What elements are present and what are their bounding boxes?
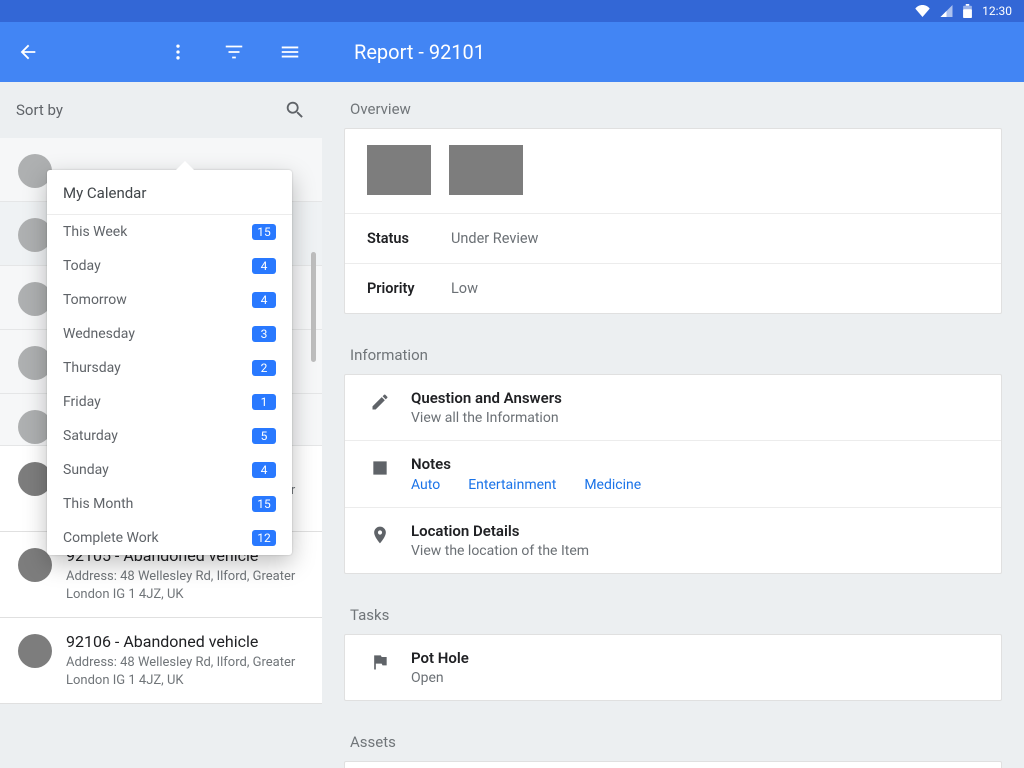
count-badge: 4 xyxy=(252,258,276,274)
tag-link[interactable]: Medicine xyxy=(584,477,641,493)
calendar-row[interactable]: Tomorrow 4 xyxy=(47,283,292,317)
tasks-card: Pot Hole Open xyxy=(344,634,1002,701)
scrollbar[interactable] xyxy=(311,252,316,362)
avatar xyxy=(18,634,52,668)
tag-link[interactable]: Entertainment xyxy=(468,477,556,493)
search-icon[interactable] xyxy=(284,99,306,121)
calendar-row-label: This Month xyxy=(63,496,133,512)
calendar-row-label: Complete Work xyxy=(63,530,159,546)
calendar-row[interactable]: Thursday 2 xyxy=(47,351,292,385)
location-icon xyxy=(367,522,393,545)
info-row-notes[interactable]: Notes Auto Entertainment Medicine xyxy=(345,440,1001,507)
flag-icon xyxy=(367,649,393,672)
information-card: Question and Answers View all the Inform… xyxy=(344,374,1002,574)
row-title: Pot Hole xyxy=(411,649,469,667)
popover-title: My Calendar xyxy=(47,170,292,215)
count-badge: 3 xyxy=(252,326,276,342)
row-sub: View all the Information xyxy=(411,410,562,426)
count-badge: 12 xyxy=(252,530,276,546)
page-title: Report - 92101 xyxy=(322,22,1024,82)
clock: 12:30 xyxy=(982,4,1012,18)
thumbnail-strip xyxy=(345,129,1001,213)
count-badge: 15 xyxy=(252,224,276,240)
list-item-address: Address: 48 Wellesley Rd, Ilford, Greate… xyxy=(66,568,306,603)
calendar-row-label: Tomorrow xyxy=(63,292,127,308)
calendar-row[interactable]: Complete Work 12 xyxy=(47,521,292,555)
list-item-title: 92106 - Abandoned vehicle xyxy=(66,632,306,651)
calendar-row-label: Sunday xyxy=(63,462,109,478)
count-badge: 4 xyxy=(252,462,276,478)
row-title: Notes xyxy=(411,455,641,473)
calendar-row[interactable]: Sunday 4 xyxy=(47,453,292,487)
notes-icon xyxy=(367,455,393,478)
section-information: Information xyxy=(322,328,1024,374)
calendar-row-label: Friday xyxy=(63,394,101,410)
app-bar-left xyxy=(0,22,322,82)
status-value: Under Review xyxy=(451,230,538,247)
list-item[interactable]: 92106 - Abandoned vehicle Address: 48 We… xyxy=(0,618,322,704)
list-item-address: Address: 48 Wellesley Rd, Ilford, Greate… xyxy=(66,654,306,689)
section-tasks: Tasks xyxy=(322,588,1024,634)
battery-icon xyxy=(963,4,972,18)
menu-icon[interactable] xyxy=(276,38,304,66)
row-title: Location Details xyxy=(411,522,589,540)
tag-link[interactable]: Auto xyxy=(411,477,440,493)
calendar-row-label: Wednesday xyxy=(63,326,135,342)
count-badge: 1 xyxy=(252,394,276,410)
signal-icon xyxy=(940,5,953,17)
back-icon[interactable] xyxy=(14,38,42,66)
calendar-row[interactable]: This Month 15 xyxy=(47,487,292,521)
section-overview: Overview xyxy=(322,82,1024,128)
count-badge: 2 xyxy=(252,360,276,376)
assets-card: Asset Details View all info of this prop… xyxy=(344,761,1002,768)
priority-value: Low xyxy=(451,280,478,297)
more-vert-icon[interactable] xyxy=(164,38,192,66)
row-sub: View the location of the Item xyxy=(411,543,589,559)
app-bar: Report - 92101 xyxy=(0,22,1024,82)
count-badge: 15 xyxy=(252,496,276,512)
row-sub: Open xyxy=(411,670,469,686)
task-row[interactable]: Pot Hole Open xyxy=(345,635,1001,700)
pencil-icon xyxy=(367,389,393,412)
row-title: Question and Answers xyxy=(411,389,562,407)
calendar-row-label: Today xyxy=(63,258,101,274)
calendar-popover: My Calendar This Week15 Today4 Tomorrow4… xyxy=(47,170,292,555)
wifi-icon xyxy=(915,5,930,17)
thumbnail[interactable] xyxy=(367,145,431,195)
detail-pane: Overview Status Under Review Priority Lo… xyxy=(322,82,1024,768)
info-row-location[interactable]: Location Details View the location of th… xyxy=(345,507,1001,573)
calendar-row[interactable]: Saturday 5 xyxy=(47,419,292,453)
sort-label[interactable]: Sort by xyxy=(16,101,284,119)
calendar-row-label: This Week xyxy=(63,224,127,240)
asset-row[interactable]: Asset Details View all info of this prop… xyxy=(345,762,1001,768)
calendar-row[interactable]: Wednesday 3 xyxy=(47,317,292,351)
priority-key: Priority xyxy=(367,280,451,297)
filter-icon[interactable] xyxy=(220,38,248,66)
sort-row: Sort by xyxy=(0,82,322,138)
count-badge: 5 xyxy=(252,428,276,444)
thumbnail[interactable] xyxy=(449,145,523,195)
status-key: Status xyxy=(367,230,451,247)
calendar-row-label: Thursday xyxy=(63,360,121,376)
overview-card: Status Under Review Priority Low xyxy=(344,128,1002,314)
section-assets: Assets xyxy=(322,715,1024,761)
calendar-row[interactable]: Friday 1 xyxy=(47,385,292,419)
count-badge: 4 xyxy=(252,292,276,308)
calendar-row[interactable]: Today 4 xyxy=(47,249,292,283)
left-pane: Sort by 92104 - Abandoned vehicle Addres… xyxy=(0,82,322,768)
info-row-qa[interactable]: Question and Answers View all the Inform… xyxy=(345,375,1001,440)
calendar-row-label: Saturday xyxy=(63,428,118,444)
system-status-bar: 12:30 xyxy=(0,0,1024,22)
calendar-row[interactable]: This Week 15 xyxy=(47,215,292,249)
